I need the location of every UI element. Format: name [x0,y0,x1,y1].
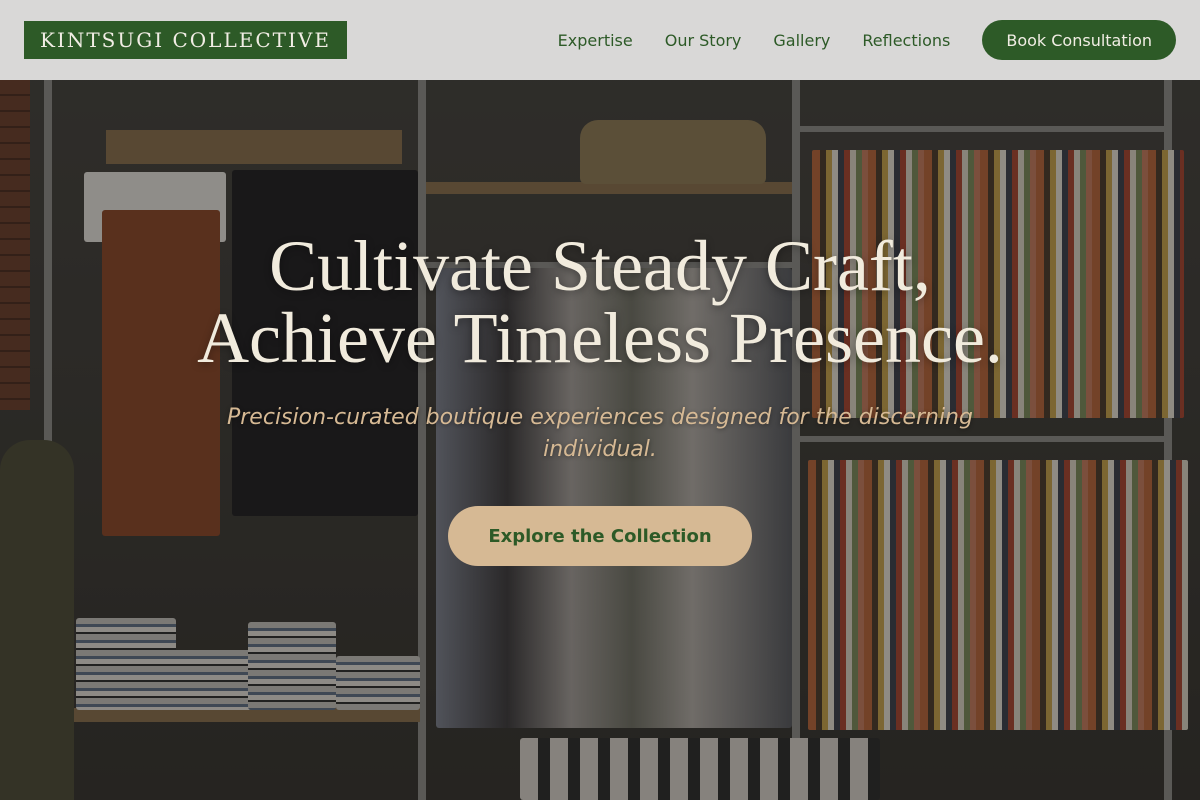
explore-collection-button[interactable]: Explore the Collection [448,506,752,566]
nav-link-gallery[interactable]: Gallery [773,31,830,50]
nav-link-reflections[interactable]: Reflections [862,31,950,50]
hero-title-line-2: Achieve Timeless Presence. [197,298,1003,378]
brand-logo[interactable]: KINTSUGI COLLECTIVE [24,21,347,59]
brand-name: KINTSUGI COLLECTIVE [40,27,331,52]
hero-title: Cultivate Steady Craft, Achieve Timeless… [0,230,1200,374]
hero-section: Cultivate Steady Craft, Achieve Timeless… [0,80,1200,800]
book-consultation-button[interactable]: Book Consultation [982,20,1176,60]
hero-title-line-1: Cultivate Steady Craft, [269,226,931,306]
nav-link-expertise[interactable]: Expertise [558,31,633,50]
top-navbar: KINTSUGI COLLECTIVE Expertise Our Story … [0,0,1200,80]
hero-subtitle: Precision-curated boutique experiences d… [227,405,973,462]
nav-link-our-story[interactable]: Our Story [665,31,742,50]
main-nav: Expertise Our Story Gallery Reflections … [558,20,1176,60]
